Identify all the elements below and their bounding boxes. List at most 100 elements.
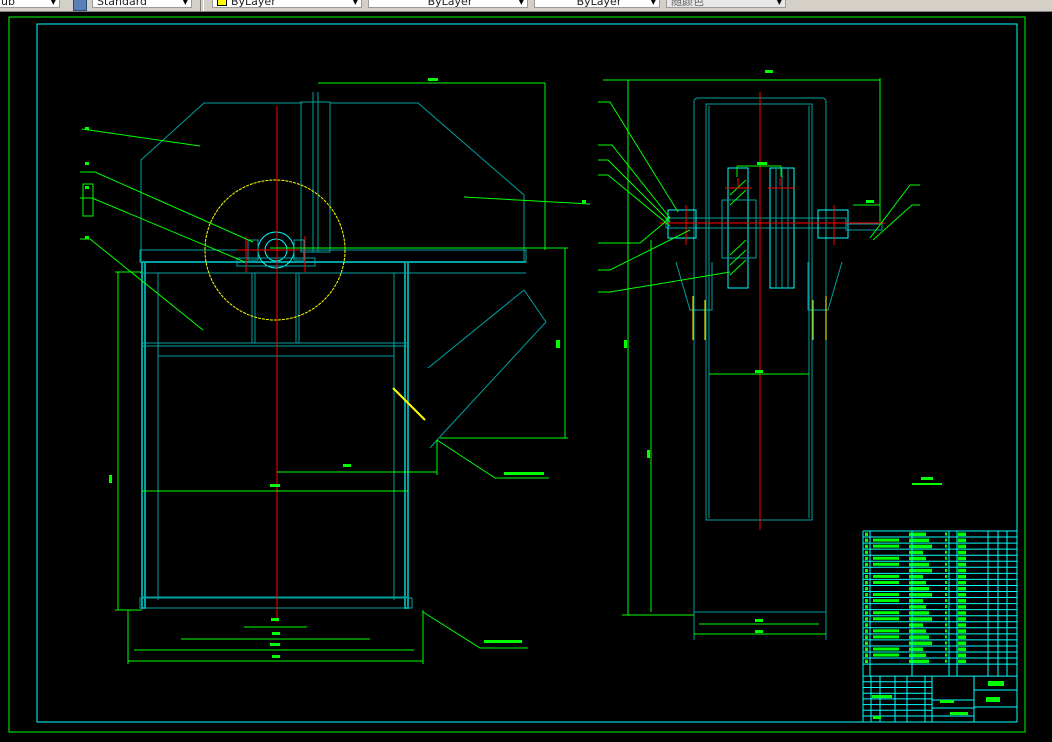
parts-list-table — [862, 530, 1018, 723]
text-style-dropdown[interactable]: Standard ▼ — [92, 0, 192, 8]
table-cell-text-mark — [945, 617, 947, 621]
chevron-down-icon: ▼ — [776, 0, 782, 6]
table-cell-text-mark — [958, 587, 966, 591]
table-cell-text-mark — [958, 574, 966, 579]
table-cell-text-mark — [945, 538, 947, 542]
chevron-down-icon: ▼ — [518, 0, 524, 6]
table-cell-text-mark — [940, 700, 954, 703]
chevron-down-icon: ▼ — [182, 0, 188, 6]
table-cell-text-mark — [958, 641, 966, 645]
table-cell-text-mark — [909, 647, 923, 651]
front-view — [139, 92, 547, 609]
table-cell-text-mark — [865, 574, 868, 579]
table-cell-text-mark — [945, 599, 947, 603]
chevron-down-icon: ▼ — [352, 0, 358, 6]
table-cell-text-mark — [958, 544, 966, 549]
table-cell-text-mark — [865, 659, 868, 664]
table-cell-text-mark — [909, 599, 923, 603]
chevron-down-icon: ▼ — [650, 0, 656, 6]
table-cell-text-mark — [945, 593, 947, 597]
dimstyle-dropdown[interactable]: ub ▼ — [0, 0, 60, 8]
table-cell-text-mark — [958, 605, 966, 609]
table-cell-text-mark — [988, 681, 1004, 686]
table-cell-text-mark — [945, 641, 947, 645]
center-plate — [300, 101, 331, 253]
chevron-down-icon: ▼ — [50, 0, 56, 6]
left-post — [141, 261, 146, 609]
front-view-dimensions — [80, 82, 591, 664]
table-cell-text-mark — [865, 562, 868, 567]
table-cell-text-mark — [873, 562, 899, 566]
lineweight-dropdown[interactable]: ByLayer ▼ — [534, 0, 660, 8]
table-cell-text-mark — [950, 712, 968, 715]
leader-line — [80, 197, 246, 263]
table-cell-text-mark — [865, 538, 868, 543]
table-cell-text-mark — [986, 697, 1000, 702]
table-cell-text-mark — [958, 635, 966, 639]
table-cell-text-mark — [873, 611, 899, 615]
table-cell-text-mark — [945, 574, 947, 578]
table-cell-text-mark — [865, 568, 868, 573]
leader-line — [80, 171, 254, 243]
table-cell-text-mark — [865, 611, 868, 615]
properties-toolbar: ub ▼ Standard ▼ ByLayer ▼ ByLayer ▼ ByLayer ▼… — [0, 0, 1052, 12]
table-cell-text-mark — [865, 599, 868, 603]
table-cell-text-mark — [958, 532, 966, 537]
table-cell-text-mark — [958, 562, 966, 567]
table-cell-text-mark — [873, 574, 899, 578]
text-style-icon[interactable] — [73, 0, 87, 11]
table-cell-text-mark — [873, 716, 881, 719]
table-cell-text-mark — [873, 629, 899, 633]
side-view — [665, 97, 883, 640]
table-cell-text-mark — [945, 623, 947, 627]
table-cell-text-mark — [945, 580, 947, 584]
dimension-text-marks — [85, 78, 586, 658]
table-cell-text-mark — [945, 587, 947, 590]
table-cell-text-mark — [909, 623, 923, 627]
plotstyle-value: 随颜色 — [671, 0, 704, 8]
plotstyle-dropdown[interactable]: 随颜色 ▼ — [666, 0, 786, 8]
color-value: ByLayer — [231, 0, 276, 8]
table-cell-text-mark — [945, 629, 947, 633]
table-cell-text-mark — [945, 532, 947, 536]
right-post — [404, 261, 409, 609]
table-cell-text-mark — [873, 544, 899, 548]
linetype-value: ByLayer — [427, 0, 473, 8]
table-cell-text-mark — [945, 605, 947, 609]
right-bearing — [817, 209, 849, 239]
drawing-canvas[interactable] — [0, 12, 1052, 742]
table-cell-text-mark — [865, 556, 868, 561]
table-cell-text-mark — [865, 587, 868, 591]
table-cell-text-mark — [958, 611, 966, 615]
table-cell-text-mark — [865, 623, 868, 627]
table-cell-text-mark — [945, 556, 947, 560]
table-cell-text-mark — [945, 544, 947, 548]
table-cell-text-mark — [873, 593, 899, 597]
table-cell-text-mark — [873, 556, 899, 560]
table-cell-text-mark — [909, 550, 923, 555]
table-cell-text-mark — [865, 641, 868, 645]
toolbar-separator — [200, 0, 204, 11]
table-cell-text-mark — [865, 629, 868, 633]
table-cell-text-mark — [865, 647, 868, 651]
hood-outline — [140, 102, 302, 262]
table-cell-text-mark — [945, 653, 947, 657]
table-cell-text-mark — [945, 635, 947, 639]
color-swatch-icon — [217, 0, 227, 6]
linetype-dropdown[interactable]: ByLayer ▼ — [368, 0, 528, 8]
color-dropdown[interactable]: ByLayer ▼ — [212, 0, 362, 8]
table-cell-text-mark — [958, 623, 966, 627]
table-cell-text-mark — [865, 580, 868, 585]
table-cell-text-mark — [873, 635, 899, 639]
base-plate — [139, 597, 413, 609]
table-cell-text-mark — [945, 659, 947, 663]
table-cell-text-mark — [958, 617, 966, 621]
table-cell-text-mark — [872, 695, 892, 698]
table-cell-text-mark — [873, 617, 899, 621]
table-cell-text-mark — [958, 568, 966, 573]
hood-outline-right — [330, 102, 525, 262]
top-platform — [139, 249, 527, 263]
table-cell-text-mark — [873, 580, 899, 584]
lineweight-value: ByLayer — [576, 0, 622, 8]
table-cell-text-mark — [873, 599, 899, 603]
